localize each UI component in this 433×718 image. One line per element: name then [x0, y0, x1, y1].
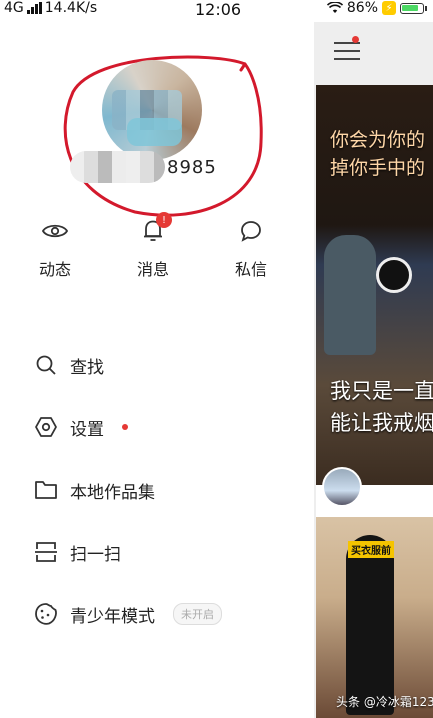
eye-icon	[42, 224, 68, 238]
quick-action-dynamic[interactable]: 动态	[20, 218, 90, 280]
notification-badge: !	[156, 212, 172, 228]
person-figure	[346, 535, 394, 715]
menu-item-label: 设置	[70, 419, 104, 440]
youth-mode-status: 未开启	[173, 603, 222, 625]
menu-item-settings[interactable]: 设置	[34, 412, 128, 442]
menu-item-scan[interactable]: 扫一扫	[34, 537, 121, 567]
charging-icon: ⚡	[382, 1, 396, 15]
blurred-username	[70, 151, 165, 183]
battery-icon	[400, 2, 424, 14]
quick-actions: 动态 ! 消息 私信	[0, 212, 314, 288]
settings-icon	[35, 417, 57, 437]
quick-action-private-message[interactable]: 私信	[216, 218, 286, 280]
settings-red-dot	[122, 424, 128, 430]
search-icon	[36, 355, 56, 375]
menu-icon[interactable]	[334, 42, 360, 66]
video-tag: 买衣服前	[348, 541, 394, 558]
cookie-icon	[35, 603, 57, 625]
feed-video-card[interactable]: 买衣服前 头条 @冷冰霜123	[316, 517, 433, 718]
network-status: 4G 14.4K/s	[4, 0, 97, 16]
network-speed: 14.4K/s	[44, 0, 98, 16]
feed-background: 你会为你的 掉你手中的 我只是一直 能让我戒烟 买衣服前 头条 @冷冰霜123	[314, 22, 433, 718]
quick-action-messages[interactable]: ! 消息	[118, 212, 188, 280]
card-caption: 你会为你的	[330, 129, 426, 151]
user-id-row: 8985	[70, 147, 217, 187]
signal-icon	[26, 2, 42, 14]
user-id: 8985	[167, 156, 217, 178]
clock: 12:06	[195, 0, 242, 19]
menu-item-label: 扫一扫	[70, 544, 121, 565]
menu-item-youth-mode[interactable]: 青少年模式 未开启	[34, 599, 222, 629]
avatar[interactable]	[102, 60, 202, 160]
folder-icon	[35, 481, 57, 499]
author-avatar[interactable]	[322, 467, 362, 507]
menu-item-label: 青少年模式	[70, 606, 155, 627]
network-type: 4G	[4, 0, 24, 16]
chat-bubble-icon	[241, 221, 261, 242]
menu-item-local-works[interactable]: 本地作品集	[34, 475, 155, 505]
feed-video-card[interactable]: 你会为你的 掉你手中的 我只是一直 能让我戒烟	[316, 85, 433, 485]
menu-item-label: 查找	[70, 357, 104, 378]
battery-tip	[425, 5, 427, 11]
microphone	[376, 257, 412, 293]
quick-action-label: 私信	[234, 260, 267, 279]
status-right: 86% ⚡	[326, 0, 427, 16]
menu-item-search[interactable]: 查找	[34, 350, 104, 380]
card-caption: 掉你手中的	[330, 157, 426, 179]
person-figure	[324, 235, 376, 355]
card-caption: 我只是一直	[330, 379, 433, 403]
status-bar: 4G 14.4K/s 12:06 86% ⚡	[0, 0, 433, 20]
card-caption: 能让我戒烟	[330, 411, 433, 435]
menu-item-label: 本地作品集	[70, 482, 155, 503]
quick-action-label: 动态	[38, 260, 71, 279]
wifi-icon	[326, 2, 343, 13]
menu-red-dot	[352, 36, 359, 43]
quick-action-label: 消息	[136, 260, 169, 279]
side-drawer: 8985 动态 ! 消息 私信 查找 设置 本地作品集 扫一扫 青少年模式 未开…	[0, 22, 314, 718]
battery-percent: 86%	[346, 0, 378, 16]
watermark: 头条 @冷冰霜123	[336, 695, 433, 709]
scan-icon	[35, 542, 57, 562]
